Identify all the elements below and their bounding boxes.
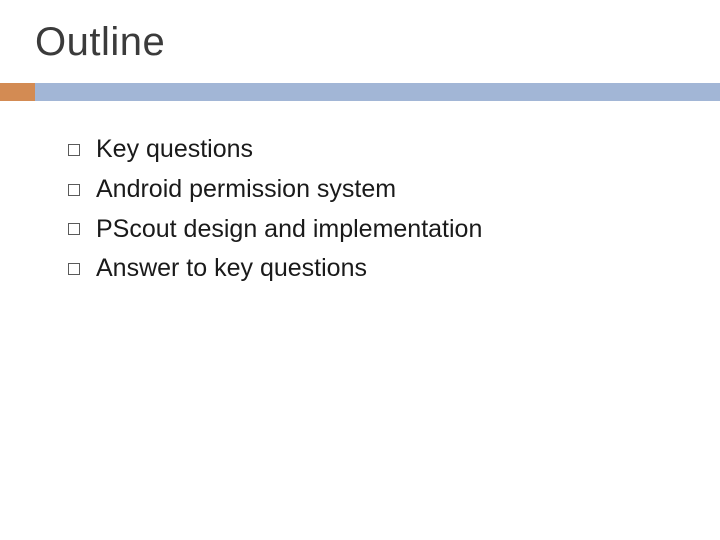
- list-item: Answer to key questions: [68, 252, 720, 286]
- square-bullet-icon: [68, 184, 80, 196]
- list-item: Key questions: [68, 133, 720, 167]
- list-item: Android permission system: [68, 173, 720, 207]
- divider-main: [35, 83, 720, 101]
- bullet-text: PScout design and implementation: [96, 213, 482, 247]
- bullet-list: Key questions Android permission system …: [0, 133, 720, 286]
- divider-accent: [0, 83, 35, 101]
- bullet-text: Answer to key questions: [96, 252, 367, 286]
- square-bullet-icon: [68, 263, 80, 275]
- bullet-text: Android permission system: [96, 173, 396, 207]
- square-bullet-icon: [68, 144, 80, 156]
- slide-title: Outline: [0, 0, 720, 65]
- bullet-text: Key questions: [96, 133, 253, 167]
- title-divider: [0, 83, 720, 101]
- square-bullet-icon: [68, 223, 80, 235]
- list-item: PScout design and implementation: [68, 213, 720, 247]
